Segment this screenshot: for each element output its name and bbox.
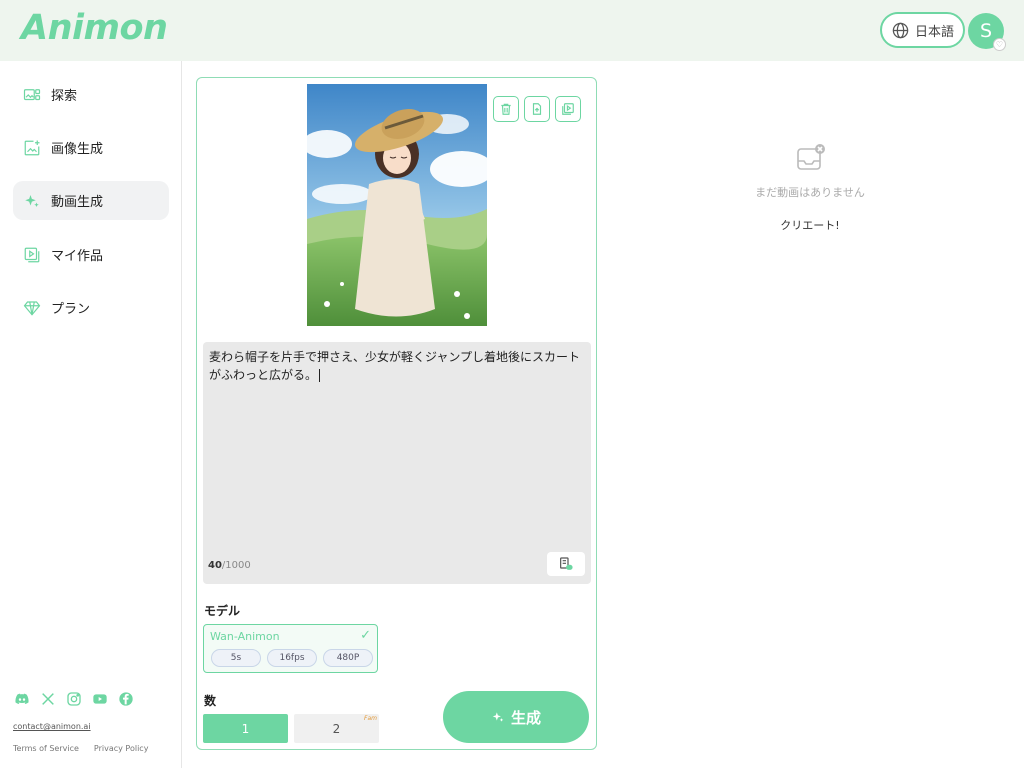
model-section-label: モデル	[204, 604, 241, 618]
generate-button[interactable]: 生成	[443, 691, 589, 743]
model-specs: 5s 16fps 480P	[211, 649, 373, 667]
upload-image-icon	[532, 103, 542, 115]
prompt-textarea[interactable]: 麦わら帽子を片手で押さえ、少女が軽くジャンプし着地後にスカートがふわっと広がる。…	[203, 342, 591, 584]
app-logo[interactable]: Animon	[21, 8, 168, 48]
empty-inbox-icon	[797, 144, 825, 170]
count-section-label: 数	[204, 694, 217, 708]
discord-icon[interactable]	[14, 691, 30, 707]
x-icon[interactable]	[40, 691, 56, 707]
sidebar-item-label: マイ作品	[51, 249, 104, 264]
sidebar-item-explore[interactable]: 探索	[13, 75, 169, 114]
sparkle-icon	[492, 712, 504, 722]
facebook-icon[interactable]	[118, 691, 134, 707]
globe-icon	[892, 22, 909, 38]
avatar-initial: S	[979, 20, 993, 42]
sidebar-item-my-works[interactable]: マイ作品	[13, 235, 169, 274]
video-generate-panel: 麦わら帽子を片手で押さえ、少女が軽くジャンプし着地後にスカートがふわっと広がる。…	[196, 77, 597, 750]
generate-label: 生成	[510, 708, 541, 727]
top-header: Animon 日本語 S ♡	[0, 0, 1024, 61]
replace-image-button[interactable]	[524, 96, 550, 122]
language-label: 日本語	[914, 24, 954, 40]
sidebar-item-label: 探索	[51, 89, 78, 104]
social-links	[14, 691, 134, 707]
duration-chip: 5s	[211, 649, 261, 667]
count-option-label: 2	[332, 721, 341, 736]
footer-links: Terms of Service Privacy Policy	[13, 744, 148, 753]
count-option-1[interactable]: 1	[203, 714, 288, 743]
image-generate-icon	[24, 140, 40, 155]
terms-link[interactable]: Terms of Service	[13, 744, 79, 753]
user-avatar[interactable]: S ♡	[968, 13, 1006, 51]
sidebar: 探索 画像生成 動画生成 マイ作品 プラン contact@animon.ai …	[0, 61, 182, 768]
plan-tag: Fam	[364, 715, 377, 722]
privacy-link[interactable]: Privacy Policy	[94, 744, 149, 753]
prompt-assist-button[interactable]	[547, 552, 585, 576]
language-button[interactable]: 日本語	[880, 12, 965, 48]
prompt-text: 麦わら帽子を片手で押さえ、少女が軽くジャンプし着地後にスカートがふわっと広がる。	[209, 350, 581, 382]
explore-icon	[23, 88, 41, 100]
image-toolbar	[493, 96, 581, 122]
contact-email-link[interactable]: contact@animon.ai	[13, 722, 91, 731]
count-option-2[interactable]: 2 Fam	[294, 714, 379, 743]
empty-state-message: まだ動画はありません	[755, 186, 865, 199]
sidebar-item-label: 画像生成	[51, 142, 104, 157]
sidebar-item-plan[interactable]: プラン	[13, 288, 169, 327]
model-option-wan-animon[interactable]: Wan-Animon ✓ 5s 16fps 480P	[203, 624, 378, 673]
sidebar-item-label: 動画生成	[51, 195, 104, 210]
youtube-icon[interactable]	[92, 691, 108, 707]
video-library-button[interactable]	[555, 96, 581, 122]
my-works-icon	[24, 247, 40, 262]
check-icon: ✓	[360, 628, 371, 643]
instagram-icon[interactable]	[66, 691, 82, 707]
anime-girl-image	[307, 84, 487, 326]
create-link[interactable]: クリエート!	[760, 217, 860, 233]
char-count-value: 40	[208, 560, 222, 571]
delete-image-button[interactable]	[493, 96, 519, 122]
resolution-chip: 480P	[323, 649, 373, 667]
sidebar-item-label: プラン	[51, 302, 91, 317]
char-count-limit: /1000	[221, 560, 251, 571]
trash-icon	[501, 103, 511, 115]
fps-chip: 16fps	[267, 649, 317, 667]
model-name: Wan-Animon	[210, 630, 280, 643]
sidebar-item-video-generate[interactable]: 動画生成	[13, 181, 169, 220]
text-caret	[319, 369, 321, 382]
diamond-icon	[23, 300, 41, 316]
sparkle-icon	[25, 194, 39, 207]
sidebar-item-image-generate[interactable]: 画像生成	[13, 128, 169, 167]
prompt-template-icon	[560, 557, 573, 570]
video-library-icon	[562, 103, 574, 115]
source-image[interactable]	[307, 84, 487, 326]
char-counter: 40/1000	[208, 560, 251, 571]
avatar-badge-icon: ♡	[993, 38, 1006, 51]
